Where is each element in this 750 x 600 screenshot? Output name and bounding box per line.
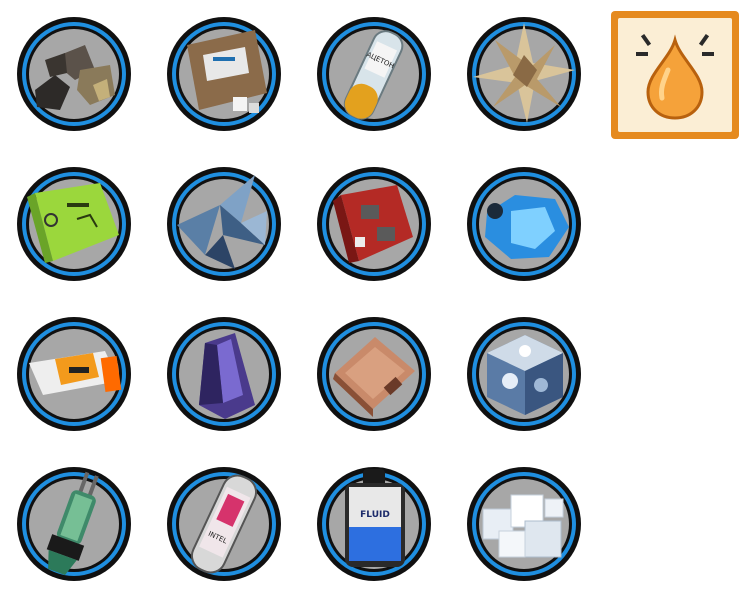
- blue-crystal-cluster-icon: [467, 167, 581, 281]
- amber-droplet-gem-icon: [611, 11, 739, 139]
- slot-copper-plate[interactable]: [315, 315, 433, 433]
- copper-plate-icon: [317, 317, 431, 431]
- slot-cardboard-box[interactable]: [165, 15, 283, 133]
- energy-bar-wrapper-icon: [17, 317, 131, 431]
- cardboard-box-sugar-cubes-icon: [167, 17, 281, 131]
- blue-metal-shards-icon: [167, 167, 281, 281]
- green-battery-pack-icon: [17, 167, 131, 281]
- slot-blue-crystal[interactable]: [465, 165, 583, 283]
- red-machine-block-icon: [317, 167, 431, 281]
- purple-crystal-icon: [167, 317, 281, 431]
- glass-capsule-icon: INTEL: [167, 467, 281, 581]
- gold-star-crystal-icon: [467, 17, 581, 131]
- slot-white-salt[interactable]: [465, 465, 583, 583]
- acetone-bottle-icon: АЦЕТОН: [317, 17, 431, 131]
- white-salt-crystals-icon: [467, 467, 581, 581]
- dark-ore-chunks-icon: [17, 17, 131, 131]
- slot-blue-canister[interactable]: FLUID: [315, 465, 433, 583]
- featured-item-tile[interactable]: [610, 10, 740, 140]
- slot-silver-cube[interactable]: [465, 315, 583, 433]
- green-fuse-tube-icon: [17, 467, 131, 581]
- slot-dark-ore[interactable]: [15, 15, 133, 133]
- slot-blue-shards[interactable]: [165, 165, 283, 283]
- slot-energy-bar[interactable]: [15, 315, 133, 433]
- canister-label: FLUID: [360, 510, 390, 520]
- slot-acetone-bottle[interactable]: АЦЕТОН: [315, 15, 433, 133]
- blue-fluid-canister-icon: FLUID: [317, 467, 431, 581]
- slot-green-fuse[interactable]: [15, 465, 133, 583]
- silver-cube-crystal-icon: [467, 317, 581, 431]
- slot-green-battery[interactable]: [15, 165, 133, 283]
- slot-glass-capsule[interactable]: INTEL: [165, 465, 283, 583]
- slot-red-machine[interactable]: [315, 165, 433, 283]
- slot-gold-crystal[interactable]: [465, 15, 583, 133]
- slot-purple-crystal[interactable]: [165, 315, 283, 433]
